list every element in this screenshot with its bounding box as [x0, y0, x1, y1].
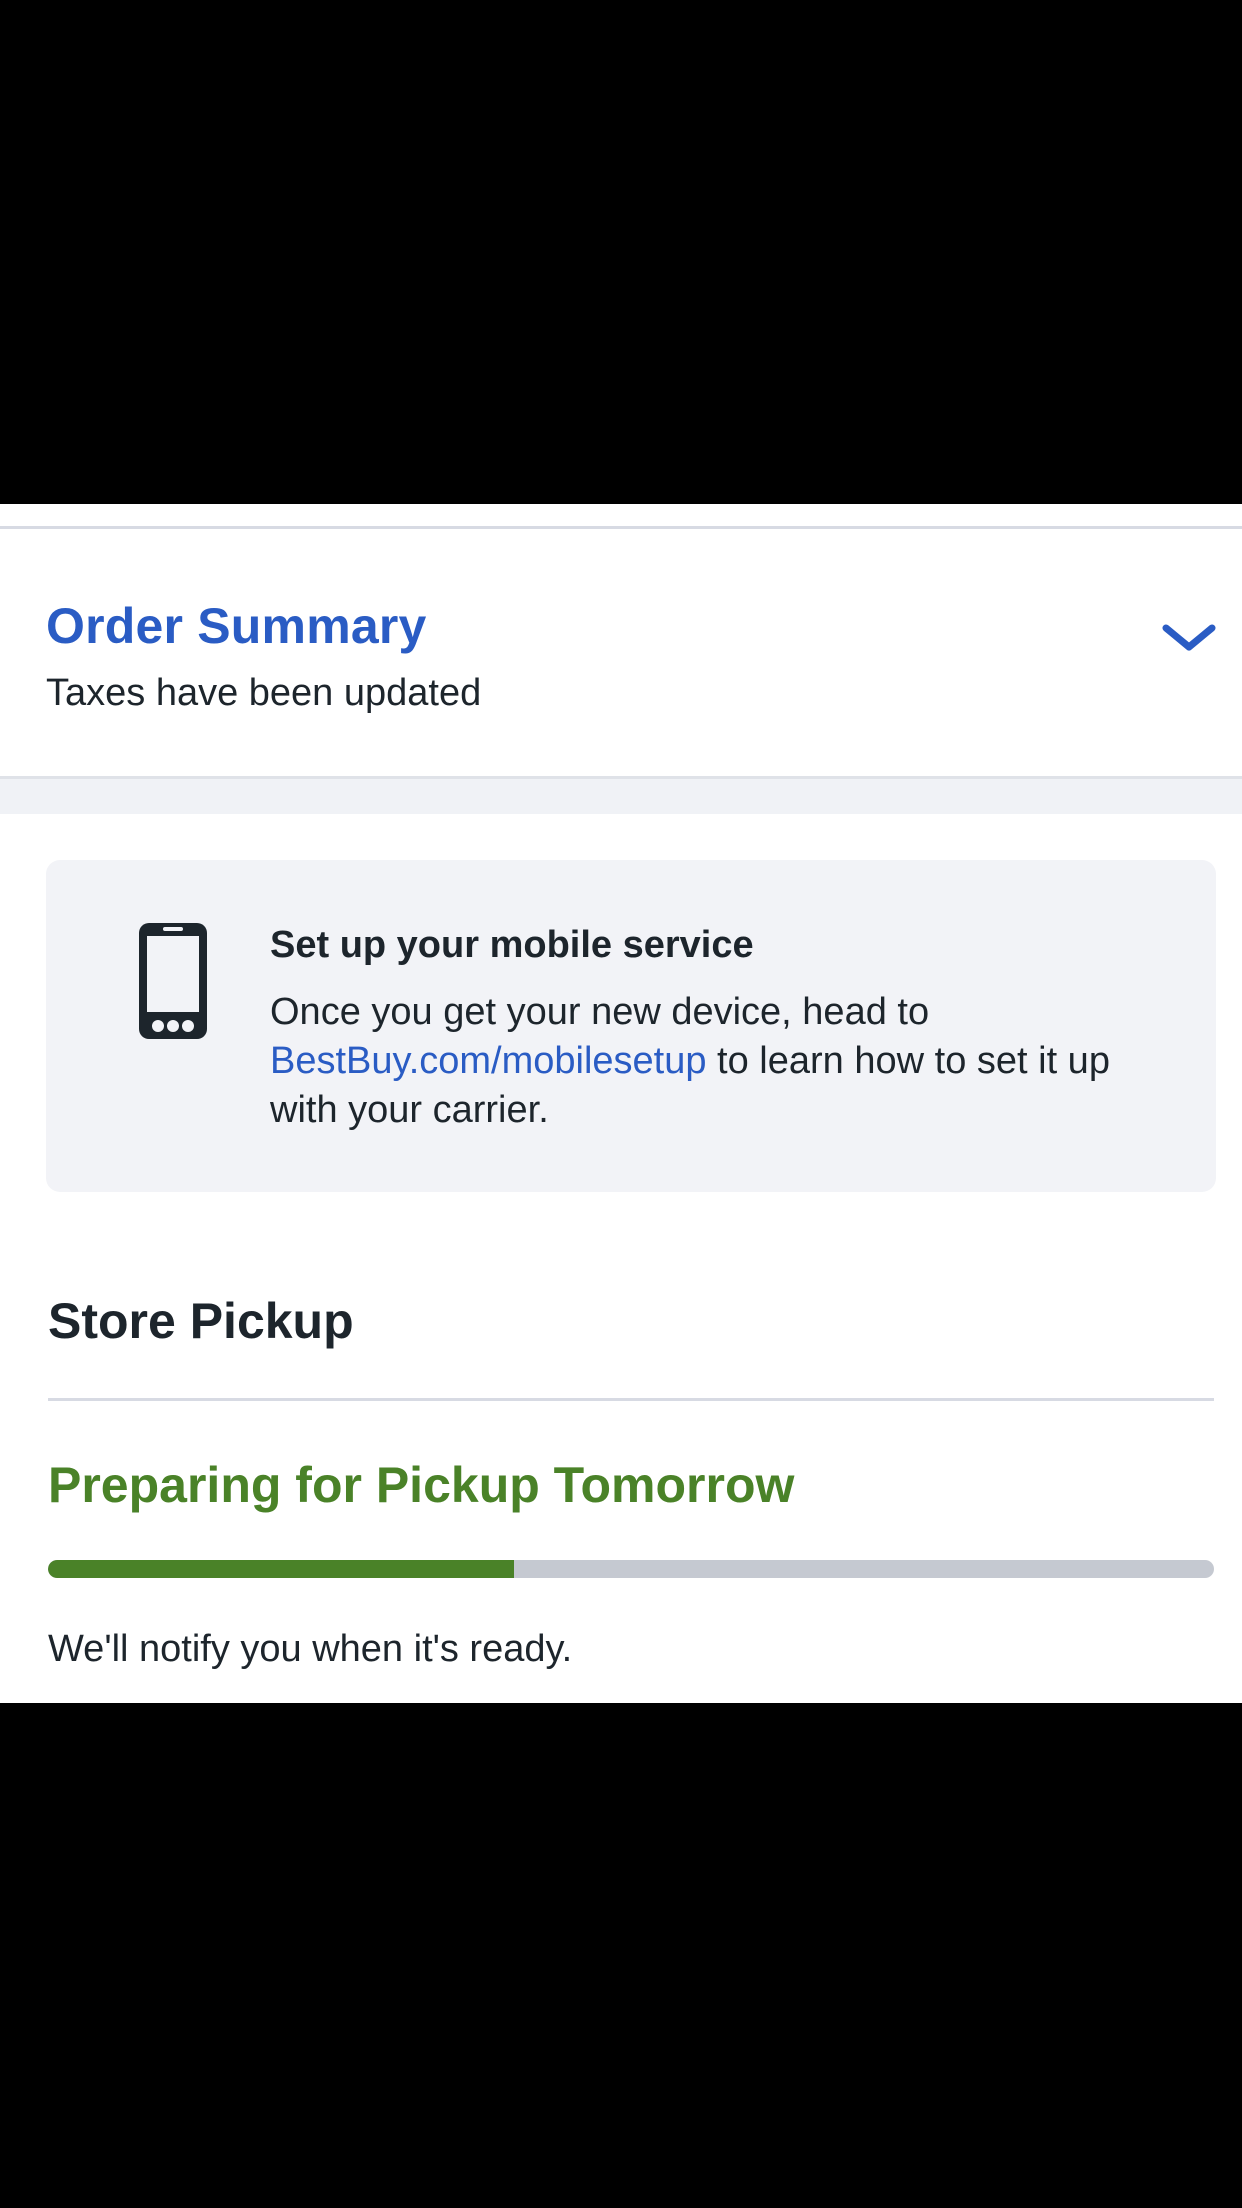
pickup-notice: We'll notify you when it's ready.: [48, 1628, 573, 1670]
mobile-service-card: Set up your mobile service Once you get …: [46, 860, 1216, 1192]
order-details-screen: Order Summary Taxes have been updated Se…: [0, 504, 1242, 1703]
order-summary-header[interactable]: Order Summary Taxes have been updated: [0, 529, 1242, 779]
mobile-setup-link[interactable]: BestBuy.com/mobilesetup: [270, 1040, 707, 1082]
pickup-progress-fill: [48, 1560, 515, 1578]
pickup-status: Preparing for Pickup Tomorrow: [48, 1457, 795, 1513]
mobile-service-body: Once you get your new device, head to Be…: [270, 988, 1150, 1135]
order-summary-title[interactable]: Order Summary: [46, 597, 427, 655]
mobile-service-body-start: Once you get your new device, head to: [270, 991, 930, 1033]
pickup-progress-bar: [48, 1560, 1214, 1578]
store-pickup-title: Store Pickup: [48, 1293, 354, 1349]
smartphone-icon: [136, 920, 210, 1042]
letterbox-top: [0, 0, 1242, 504]
order-summary-subtitle: Taxes have been updated: [46, 672, 482, 714]
chevron-down-icon[interactable]: [1162, 623, 1216, 653]
letterbox-bottom: [0, 1703, 1242, 2208]
section-separator: [0, 779, 1242, 814]
mobile-service-title: Set up your mobile service: [270, 924, 754, 966]
pickup-divider: [48, 1398, 1214, 1401]
